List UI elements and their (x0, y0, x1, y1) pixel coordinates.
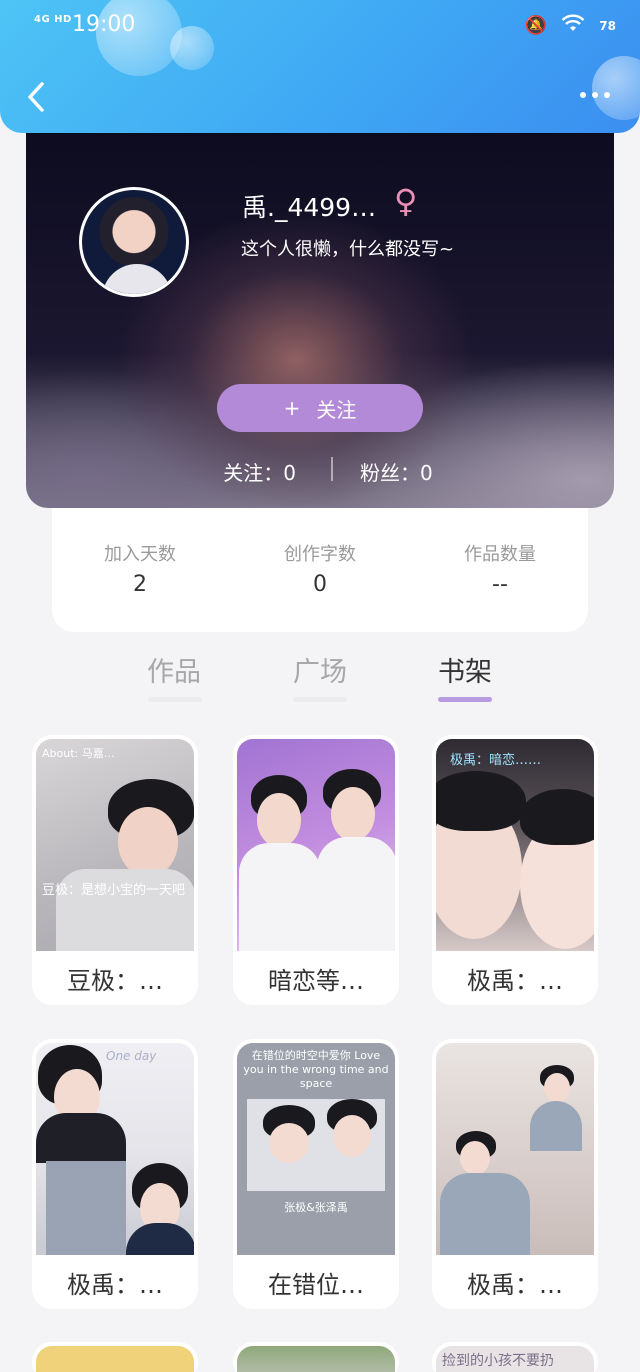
cover-caption: 张极&张泽禹 (284, 1201, 348, 1214)
status-bar: 4G HD 19:00 🔕 78 (34, 10, 616, 44)
book-title: 暗恋等… (268, 967, 364, 995)
book-card[interactable]: One day 极禹：… (32, 1039, 198, 1309)
book-title: 极禹：… (67, 1271, 163, 1299)
follow-counts: 关注：0 粉丝：0 (26, 454, 614, 488)
stat-word-count: 创作字数 0 (240, 540, 400, 597)
cover-text: 极禹：暗恋…… (450, 753, 542, 768)
book-cover (237, 1346, 395, 1372)
cover-text: About: 马嘉… (42, 747, 115, 760)
avatar[interactable] (79, 187, 189, 297)
book-title: 极禹：… (467, 967, 563, 995)
back-button[interactable] (24, 80, 52, 114)
book-card[interactable]: About: 马嘉… 豆极：是想小宝的一天吧 豆极：… (32, 735, 198, 1005)
tab-works-indicator (148, 697, 202, 702)
stat-works-count: 作品数量 -- (420, 540, 580, 597)
book-card[interactable]: 在错位的时空中爱你 Love you in the wrong time and… (233, 1039, 399, 1309)
tab-works[interactable]: 作品 (124, 650, 224, 689)
follow-button[interactable]: + 关注 (217, 384, 423, 432)
book-card[interactable] (32, 1342, 198, 1372)
tab-square-indicator (293, 697, 347, 702)
user-bio: 这个人很懒，什么都没写~ (241, 239, 455, 260)
book-card[interactable]: 极禹：… (432, 1039, 598, 1309)
book-title: 在错位… (268, 1271, 364, 1299)
following-count[interactable]: 关注：0 (223, 457, 296, 486)
cover-text: 捡到的小孩不要扔 (442, 1353, 554, 1369)
book-card[interactable]: 极禹：暗恋…… 极禹：… (432, 735, 598, 1005)
book-title: 豆极：… (67, 967, 163, 995)
book-cover (36, 1346, 194, 1372)
stat-label: 创作字数 (284, 544, 356, 565)
book-cover: 捡到的小孩不要扔 (436, 1346, 594, 1372)
stat-label: 加入天数 (104, 544, 176, 565)
cover-caption: 豆极：是想小宝的一天吧 (42, 883, 186, 898)
book-cover: 在错位的时空中爱你 Love you in the wrong time and… (237, 1043, 395, 1255)
book-card[interactable]: 捡到的小孩不要扔 (432, 1342, 598, 1372)
stat-value: -- (492, 572, 508, 597)
stat-value: 2 (133, 572, 147, 597)
follow-button-label: 关注 (316, 397, 357, 422)
tab-bookshelf-indicator (438, 697, 492, 702)
stat-value: 0 (313, 572, 327, 597)
wifi-icon (561, 14, 585, 37)
profile-card: 禹._4499… ♀ 这个人很懒，什么都没写~ + 关注 关注：0 粉丝：0 (26, 120, 614, 508)
top-header: 4G HD 19:00 🔕 78 (0, 0, 640, 133)
book-cover: One day (36, 1043, 194, 1255)
battery-icon: 78 (599, 18, 616, 33)
book-cover (237, 739, 395, 951)
divider (331, 457, 333, 481)
book-cover (436, 1043, 594, 1255)
female-gender-icon: ♀ (394, 182, 418, 220)
book-cover: 极禹：暗恋…… (436, 739, 594, 951)
tab-square[interactable]: 广场 (270, 650, 370, 689)
tab-bookshelf[interactable]: 书架 (415, 650, 515, 689)
plus-icon: + (283, 396, 301, 420)
cover-text: 在错位的时空中爱你 Love you in the wrong time and… (243, 1049, 389, 1090)
stat-join-days: 加入天数 2 (60, 540, 220, 597)
more-options-button[interactable] (580, 92, 610, 98)
decor-bubble (592, 56, 640, 120)
stat-label: 作品数量 (464, 544, 536, 565)
book-cover: About: 马嘉… 豆极：是想小宝的一天吧 (36, 739, 194, 951)
signal-icon: 4G HD (34, 14, 72, 25)
mute-icon: 🔕 (524, 15, 548, 36)
username: 禹._4499… (242, 193, 377, 222)
book-title: 极禹：… (467, 1271, 563, 1299)
cover-text: One day (106, 1049, 157, 1063)
book-card[interactable]: 暗恋等… (233, 735, 399, 1005)
followers-count[interactable]: 粉丝：0 (360, 457, 433, 486)
status-time: 19:00 (72, 12, 136, 37)
book-card[interactable] (233, 1342, 399, 1372)
stats-panel: 加入天数 2 创作字数 0 作品数量 -- (52, 508, 588, 632)
